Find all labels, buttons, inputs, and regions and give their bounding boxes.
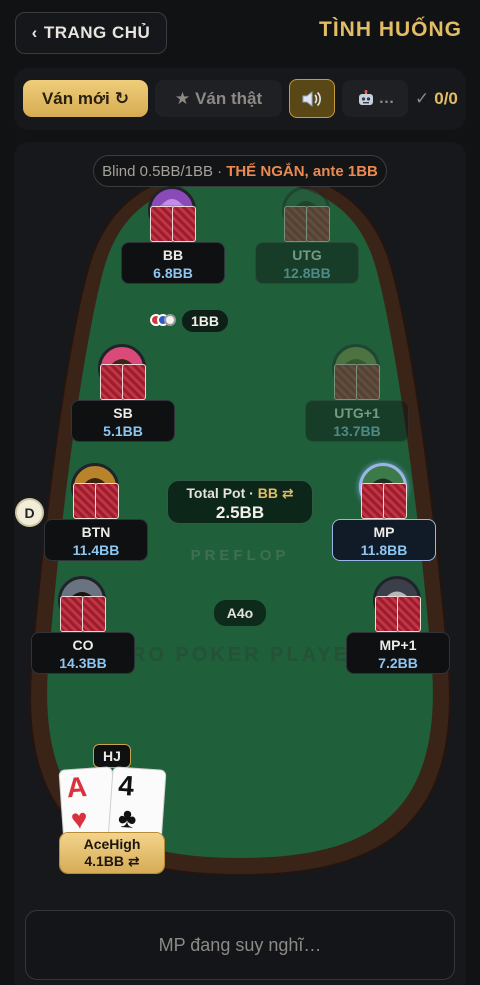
hole-cards-back [58, 596, 110, 634]
seat-plate: BB 6.8BB [121, 242, 225, 284]
heart-icon: ♥ [69, 803, 89, 836]
hole-cards-back [332, 364, 384, 402]
card-rank: 4 [117, 769, 136, 802]
pot-label-line: Total Pot · BB ⇄ [168, 485, 312, 502]
club-icon: ♣ [117, 801, 138, 834]
bb-bet: 1BB [150, 310, 229, 332]
seat-stack: 7.2BB [378, 655, 418, 671]
street-label: PREFLOP [190, 547, 290, 564]
seat-name: CO [72, 637, 94, 653]
hero-stack-line: 4.1BB ⇄ [60, 853, 164, 870]
hole-cards-back [148, 206, 200, 244]
seat-plate: MP 11.8BB [332, 519, 436, 561]
seat-co[interactable]: CO 14.3BB [31, 576, 135, 674]
seat-bb[interactable]: BB 6.8BB [121, 186, 225, 284]
seat-utg1[interactable]: UTG+1 13.7BB [305, 344, 409, 442]
seat-name: BB [162, 247, 184, 263]
card-rank: A [65, 771, 88, 804]
hand-label: A4o [214, 600, 266, 626]
blind-info: Blind 0.5BB/1BB · THẾ NGẮN, ante 1BB [93, 155, 387, 187]
status-message: MP đang suy nghĩ… [25, 910, 455, 980]
seat-name: UTG+1 [334, 405, 380, 421]
seat-stack: 12.8BB [283, 265, 331, 281]
seat-plate: SB 5.1BB [71, 400, 175, 442]
pot-label: Total Pot · [186, 485, 254, 501]
seat-mp1[interactable]: MP+1 7.2BB [346, 576, 450, 674]
seat-plate: UTG 12.8BB [255, 242, 359, 284]
dealer-button: D [17, 500, 42, 525]
seat-stack: 14.3BB [59, 655, 107, 671]
seat-plate: CO 14.3BB [31, 632, 135, 674]
hero-position-badge: HJ [93, 744, 131, 768]
hole-cards-back [373, 596, 425, 634]
seat-name: BTN [81, 524, 111, 540]
swap-icon: ⇄ [127, 853, 140, 869]
pot-value: 2.5BB [215, 503, 265, 522]
seat-stack: 11.8BB [360, 542, 408, 558]
swap-icon: ⇄ [281, 485, 294, 501]
seat-name: MP+1 [379, 637, 417, 653]
seat-stack: 6.8BB [153, 265, 193, 281]
blind-highlight: THẾ NGẮN, ante 1BB [226, 162, 378, 180]
seat-name: SB [113, 405, 133, 421]
hero-name: AceHigh [83, 836, 141, 852]
hole-cards-back [98, 364, 150, 402]
bet-amount: 1BB [182, 310, 229, 332]
hole-cards-back [71, 483, 123, 521]
seat-plate: MP+1 7.2BB [346, 632, 450, 674]
total-pot: Total Pot · BB ⇄ 2.5BB [167, 480, 313, 524]
seat-sb[interactable]: SB 5.1BB [71, 344, 175, 442]
table-watermark: PRO POKER PLAYER [114, 644, 368, 666]
seat-plate: UTG+1 13.7BB [305, 400, 409, 442]
hero-stack: 4.1BB [84, 853, 125, 869]
seat-plate: BTN 11.4BB [44, 519, 148, 561]
hole-cards-back [359, 483, 411, 521]
seat-stack: 5.1BB [103, 423, 143, 439]
seat-utg[interactable]: UTG 12.8BB [255, 186, 359, 284]
pot-unit: BB [257, 485, 278, 501]
seat-name: MP [373, 524, 395, 540]
seat-stack: 11.4BB [72, 542, 120, 558]
seat-stack: 13.7BB [333, 423, 381, 439]
hole-cards-back [282, 206, 334, 244]
seat-mp[interactable]: MP 11.8BB [332, 463, 436, 561]
seat-name: UTG [292, 247, 322, 263]
seat-btn[interactable]: BTN 11.4BB [44, 463, 148, 561]
chip-stack-icon [150, 314, 178, 328]
hero-plate[interactable]: AceHigh 4.1BB ⇄ [60, 833, 164, 873]
blind-text: Blind 0.5BB/1BB · [102, 162, 223, 180]
